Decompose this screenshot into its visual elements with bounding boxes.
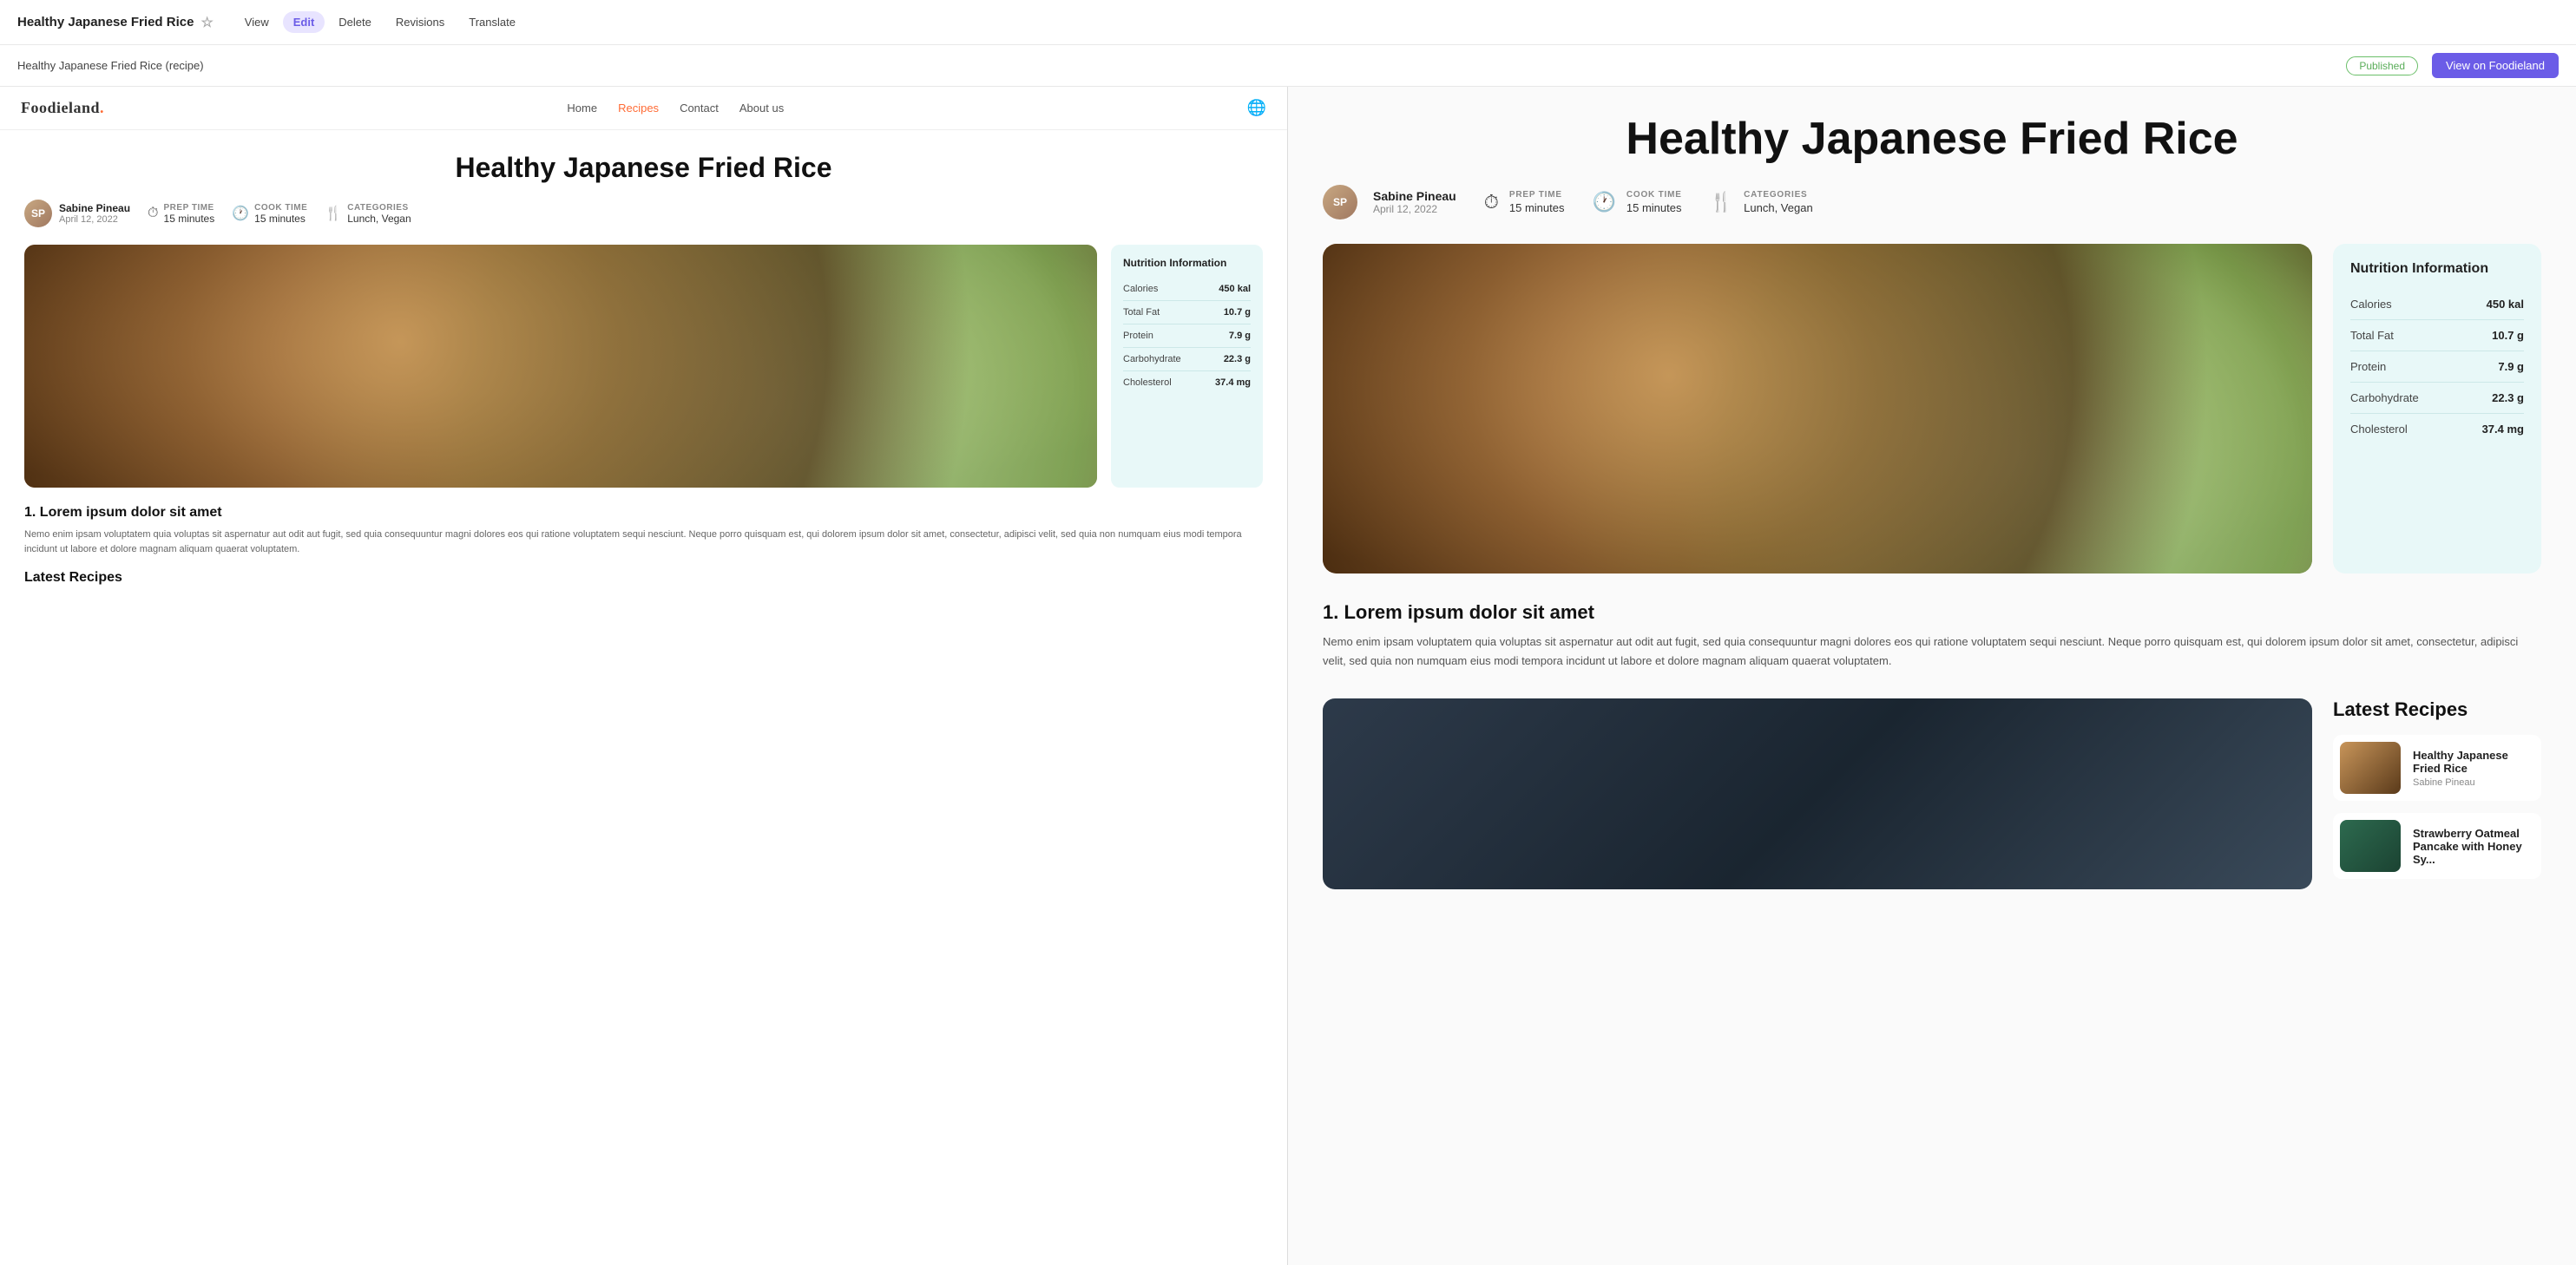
- author-date: April 12, 2022: [59, 214, 130, 225]
- section1-heading-left: 1. Lorem ipsum dolor sit amet: [24, 505, 1263, 521]
- second-food-image: [1323, 698, 2312, 889]
- meta-row-right: SP Sabine Pineau April 12, 2022 ⏱ PREP T…: [1323, 185, 2541, 220]
- view-on-foodieland-button[interactable]: View on Foodieland: [2432, 53, 2559, 78]
- section1-heading-right: 1. Lorem ipsum dolor sit amet: [1323, 601, 2541, 624]
- prep-label-right: PREP TIME: [1509, 190, 1565, 200]
- top-bar: Healthy Japanese Fried Rice ☆ View Edit …: [0, 0, 2576, 45]
- latest-section-right: Latest Recipes Healthy Japanese Fried Ri…: [2333, 698, 2541, 891]
- cook-time-right: 🕐 COOK TIME 15 minutes: [1592, 190, 1681, 214]
- categories-value: Lunch, Vegan: [347, 213, 411, 225]
- delete-button[interactable]: Delete: [328, 11, 382, 33]
- recipe-card-1: Healthy Japanese Fried Rice Sabine Pinea…: [2333, 735, 2541, 801]
- revisions-button[interactable]: Revisions: [385, 11, 455, 33]
- categories-label: CATEGORIES: [347, 203, 411, 213]
- site-links: Home Recipes Contact About us: [567, 101, 784, 116]
- site-logo: Foodieland.: [21, 99, 104, 117]
- left-preview-panel: Foodieland. Home Recipes Contact About u…: [0, 87, 1288, 1265]
- cook-time-value: 15 minutes: [254, 213, 307, 225]
- bottom-row-right: Latest Recipes Healthy Japanese Fried Ri…: [1323, 691, 2541, 891]
- status-badge: Published: [2346, 56, 2418, 75]
- meta-row-left: SP Sabine Pineau April 12, 2022 ⏱ PREP T…: [24, 200, 1263, 227]
- nutrition-cholesterol-right: Cholesterol 37.4 mg: [2350, 414, 2524, 444]
- site-nav: Foodieland. Home Recipes Contact About u…: [0, 87, 1287, 130]
- author-name: Sabine Pineau: [59, 202, 130, 214]
- nutrition-calories: Calories 450 kal: [1123, 278, 1251, 301]
- author-name-right: Sabine Pineau: [1373, 189, 1456, 203]
- nutrition-carb-right: Carbohydrate 22.3 g: [2350, 383, 2524, 414]
- food-image-right: [1323, 244, 2312, 574]
- prep-time-right: ⏱ PREP TIME 15 minutes: [1484, 190, 1565, 214]
- article-title-right: Healthy Japanese Fried Rice: [1323, 115, 2541, 164]
- image-nutrition-row-right: Nutrition Information Calories 450 kal T…: [1323, 244, 2541, 574]
- nav-recipes[interactable]: Recipes: [618, 101, 659, 116]
- view-button[interactable]: View: [234, 11, 279, 33]
- author-avatar: SP: [24, 200, 52, 227]
- recipe-card-2: Strawberry Oatmeal Pancake with Honey Sy…: [2333, 813, 2541, 879]
- nutrition-protein-right: Protein 7.9 g: [2350, 351, 2524, 383]
- recipe-card-title-2: Strawberry Oatmeal Pancake with Honey Sy…: [2413, 827, 2534, 866]
- latest-title-right: Latest Recipes: [2333, 698, 2541, 721]
- author-avatar-right: SP: [1323, 185, 1357, 220]
- cook-time-meta: 🕐 COOK TIME 15 minutes: [232, 203, 307, 225]
- nutrition-cholesterol: Cholesterol 37.4 mg: [1123, 371, 1251, 394]
- nutrition-fat: Total Fat 10.7 g: [1123, 301, 1251, 324]
- second-image-area: [1323, 691, 2312, 891]
- article-content-left: Healthy Japanese Fried Rice SP Sabine Pi…: [0, 130, 1287, 615]
- categories-icon-right: 🍴: [1710, 191, 1733, 213]
- author-date-right: April 12, 2022: [1373, 203, 1456, 215]
- latest-section-left: Latest Recipes: [24, 570, 1263, 586]
- categories-meta: 🍴 CATEGORIES Lunch, Vegan: [325, 203, 411, 225]
- latest-title-left: Latest Recipes: [24, 570, 1263, 586]
- nav-home[interactable]: Home: [567, 101, 597, 116]
- content-bar: Healthy Japanese Fried Rice (recipe) Pub…: [0, 45, 2576, 87]
- image-nutrition-row-left: Nutrition Information Calories 450 kal T…: [24, 245, 1263, 488]
- author-info-right: SP Sabine Pineau April 12, 2022: [1323, 185, 1456, 220]
- nutrition-protein: Protein 7.9 g: [1123, 324, 1251, 348]
- nutrition-title-left: Nutrition Information: [1123, 257, 1251, 269]
- cook-time-label: COOK TIME: [254, 203, 307, 213]
- nav-contact[interactable]: Contact: [680, 101, 719, 116]
- main-area: Foodieland. Home Recipes Contact About u…: [0, 87, 2576, 1265]
- section1-text-left: Nemo enim ipsam voluptatem quia voluptas…: [24, 528, 1263, 556]
- cook-label-right: COOK TIME: [1626, 190, 1682, 200]
- page-title-text: Healthy Japanese Fried Rice: [17, 15, 194, 29]
- prep-time-value: 15 minutes: [164, 213, 215, 225]
- recipe-thumb-1: [2340, 742, 2401, 794]
- language-icon[interactable]: 🌐: [1247, 99, 1266, 117]
- prep-time-icon: ⏱: [148, 206, 158, 221]
- right-content: Healthy Japanese Fried Rice SP Sabine Pi…: [1288, 87, 2576, 919]
- categories-right: 🍴 CATEGORIES Lunch, Vegan: [1710, 190, 1813, 214]
- article-title-left: Healthy Japanese Fried Rice: [24, 151, 1263, 184]
- section1-text-right: Nemo enim ipsam voluptatem quia voluptas…: [1323, 632, 2541, 671]
- cook-value-right: 15 minutes: [1626, 201, 1682, 214]
- prep-value-right: 15 minutes: [1509, 201, 1565, 214]
- nav-about[interactable]: About us: [739, 101, 784, 116]
- cook-time-icon-right: 🕐: [1592, 191, 1615, 213]
- page-title: Healthy Japanese Fried Rice ☆: [17, 14, 214, 31]
- categories-label-right: CATEGORIES: [1744, 190, 1813, 200]
- nutrition-title-right: Nutrition Information: [2350, 261, 2524, 277]
- nav-buttons: View Edit Delete Revisions Translate: [234, 11, 526, 33]
- categories-value-right: Lunch, Vegan: [1744, 201, 1813, 214]
- food-image-left: [24, 245, 1097, 488]
- nutrition-fat-right: Total Fat 10.7 g: [2350, 320, 2524, 351]
- nutrition-carb: Carbohydrate 22.3 g: [1123, 348, 1251, 371]
- nutrition-box-right: Nutrition Information Calories 450 kal T…: [2333, 244, 2541, 574]
- recipe-card-title-1: Healthy Japanese Fried Rice: [2413, 749, 2534, 775]
- right-preview-panel: Healthy Japanese Fried Rice SP Sabine Pi…: [1288, 87, 2576, 1265]
- nutrition-box-left: Nutrition Information Calories 450 kal T…: [1111, 245, 1263, 488]
- prep-time-label: PREP TIME: [164, 203, 215, 213]
- recipe-card-author-1: Sabine Pineau: [2413, 777, 2534, 788]
- translate-button[interactable]: Translate: [458, 11, 526, 33]
- prep-time-meta: ⏱ PREP TIME 15 minutes: [148, 203, 214, 225]
- author-info: SP Sabine Pineau April 12, 2022: [24, 200, 130, 227]
- categories-icon: 🍴: [325, 205, 342, 222]
- edit-button[interactable]: Edit: [283, 11, 325, 33]
- recipe-thumb-2: [2340, 820, 2401, 872]
- cook-time-icon: 🕐: [232, 205, 249, 222]
- content-title: Healthy Japanese Fried Rice (recipe): [17, 59, 2332, 72]
- favorite-icon[interactable]: ☆: [200, 14, 213, 31]
- prep-time-icon-right: ⏱: [1484, 191, 1499, 213]
- nutrition-calories-right: Calories 450 kal: [2350, 289, 2524, 320]
